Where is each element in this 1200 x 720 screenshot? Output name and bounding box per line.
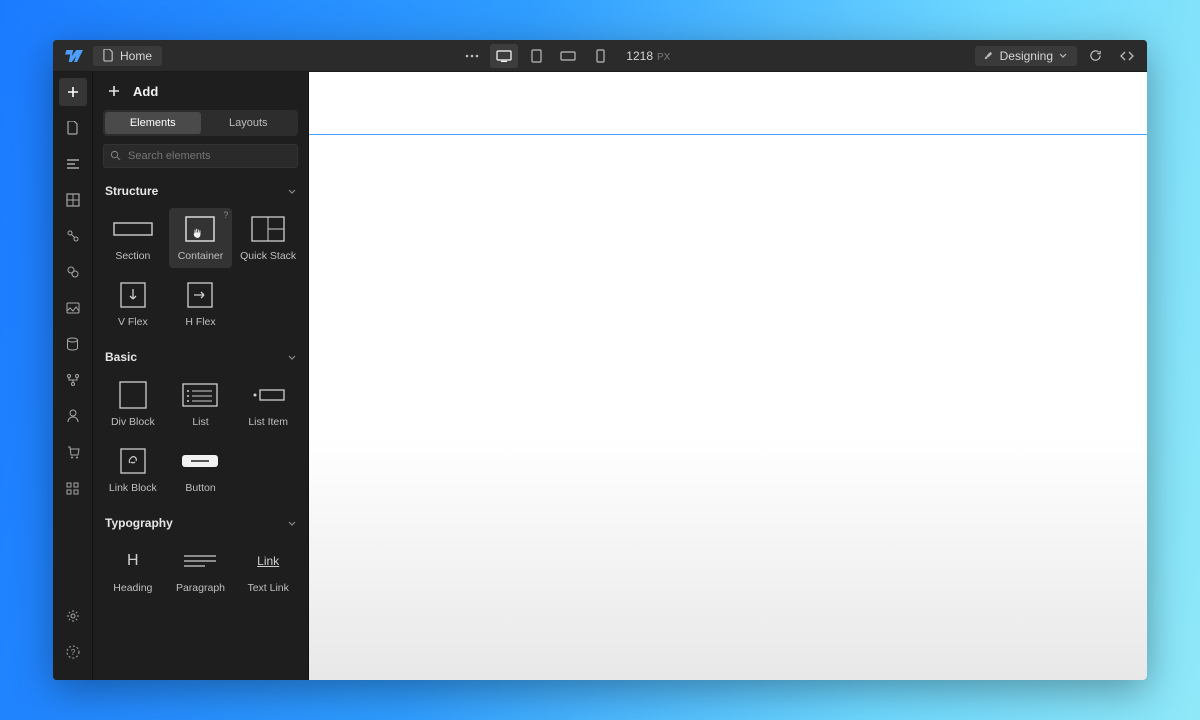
help-icon[interactable]: ? [223,210,228,220]
left-rail: ? [53,72,93,680]
grab-cursor-icon [191,226,204,239]
page-icon [103,49,114,62]
tab-layouts[interactable]: Layouts [201,112,297,134]
rail-components-icon[interactable] [59,186,87,214]
section-typography-header[interactable]: Typography [93,510,308,536]
rail-add-icon[interactable] [59,78,87,106]
add-panel-title: Add [133,84,158,99]
search-input[interactable] [103,144,298,168]
element-link-block[interactable]: Link Block [101,440,165,500]
section-typography-title: Typography [105,516,173,530]
section-basic-title: Basic [105,350,137,364]
rail-help-icon[interactable]: ? [59,638,87,666]
breakpoint-desktop-icon[interactable] [490,44,518,68]
rail-users-icon[interactable] [59,402,87,430]
rail-ecommerce-icon[interactable] [59,438,87,466]
breakpoint-mobile-icon[interactable] [586,44,614,68]
structure-grid: Section ? Container Quick Stack V Fl [93,204,308,344]
selection-indicator [309,134,1147,135]
rail-assets-icon[interactable] [59,294,87,322]
topbar: Home 1218 PX Designing [53,40,1147,72]
canvas-width-unit: PX [657,52,670,63]
element-list-item[interactable]: List Item [236,374,300,434]
element-heading[interactable]: H Heading [101,540,165,600]
chevron-down-icon [288,355,296,360]
main-area: ? Add Elements Layouts [53,72,1147,680]
rail-style-icon[interactable] [59,258,87,286]
section-structure-header[interactable]: Structure [93,178,308,204]
webflow-logo[interactable] [59,44,89,68]
chevron-down-icon [288,521,296,526]
more-menu-icon[interactable] [458,44,486,68]
element-div-block[interactable]: Div Block [101,374,165,434]
svg-text:?: ? [70,648,75,657]
element-container[interactable]: ? Container [169,208,233,268]
section-structure-title: Structure [105,184,158,198]
rail-cms-icon[interactable] [59,330,87,358]
rail-settings-icon[interactable] [59,602,87,630]
add-panel: Add Elements Layouts Structure Se [93,72,309,680]
tab-elements[interactable]: Elements [105,112,201,134]
element-section[interactable]: Section [101,208,165,268]
section-basic-header[interactable]: Basic [93,344,308,370]
app-window: Home 1218 PX Designing [53,40,1147,680]
rail-variables-icon[interactable] [59,222,87,250]
element-text-link[interactable]: Link Text Link [236,540,300,600]
element-paragraph[interactable]: Paragraph [169,540,233,600]
canvas-width-display[interactable]: 1218 PX [626,49,670,63]
breakpoint-landscape-icon[interactable] [554,44,582,68]
rail-navigator-icon[interactable] [59,150,87,178]
refresh-icon[interactable] [1081,44,1109,68]
element-button[interactable]: Button [169,440,233,500]
rail-logic-icon[interactable] [59,366,87,394]
typography-grid: H Heading Paragraph Link Text Link [93,536,308,610]
page-home-label: Home [120,49,152,63]
mode-toggle[interactable]: Designing [975,46,1077,66]
search-icon [110,150,121,161]
element-h-flex[interactable]: H Flex [169,274,233,334]
code-icon[interactable] [1113,44,1141,68]
canvas-width-value: 1218 [626,49,653,63]
element-list[interactable]: List [169,374,233,434]
element-quick-stack[interactable]: Quick Stack [236,208,300,268]
search-elements [103,144,298,168]
rail-pages-icon[interactable] [59,114,87,142]
brush-icon [983,50,994,61]
rail-apps-icon[interactable] [59,474,87,502]
add-panel-header: Add [93,72,308,110]
chevron-down-icon [288,189,296,194]
chevron-down-icon [1059,53,1067,58]
element-v-flex[interactable]: V Flex [101,274,165,334]
mode-label: Designing [1000,49,1053,63]
design-canvas[interactable] [309,72,1147,680]
basic-grid: Div Block List List Item Link Block Butt… [93,370,308,510]
plus-icon [105,82,123,100]
breakpoint-tablet-icon[interactable] [522,44,550,68]
page-home-button[interactable]: Home [93,46,162,66]
add-panel-tabs: Elements Layouts [103,110,298,136]
